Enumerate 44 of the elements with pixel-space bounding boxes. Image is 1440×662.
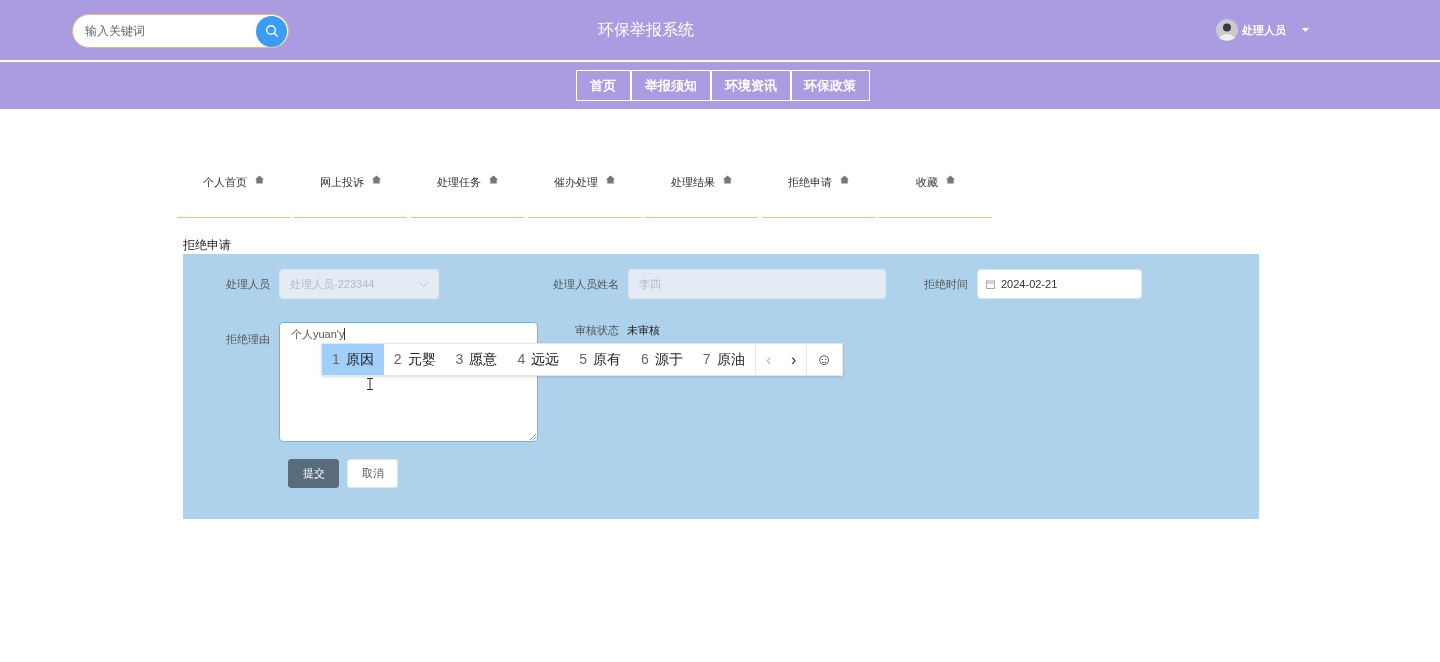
tab[interactable]: 处理任务: [411, 164, 524, 218]
field-label: 审核状态: [575, 324, 619, 337]
home-icon: [489, 175, 498, 184]
calendar-icon: [986, 279, 995, 289]
field-label: 处理人员姓名: [552, 276, 620, 292]
field-label: 拒绝理由: [225, 332, 271, 347]
home-icon: [723, 175, 732, 184]
avatar-icon: [1216, 19, 1238, 41]
search-button[interactable]: [256, 15, 287, 47]
ime-candidate[interactable]: 5 原有: [569, 344, 631, 375]
section-title: 拒绝申请: [183, 237, 232, 254]
search-input[interactable]: 输入关键词: [85, 22, 256, 40]
tab[interactable]: 催办处理: [528, 164, 641, 218]
status-text: 未审核: [627, 324, 660, 337]
tab[interactable]: 收藏: [879, 164, 992, 218]
chevron-down-icon: [419, 281, 428, 287]
home-icon: [372, 175, 381, 184]
home-icon: [255, 175, 264, 184]
cancel-button[interactable]: 取消: [347, 459, 398, 488]
tab[interactable]: 拒绝申请: [762, 164, 875, 218]
ime-candidate[interactable]: 2 元婴: [383, 344, 446, 375]
ime-candidate[interactable]: 3 愿意: [445, 344, 508, 375]
tab[interactable]: 个人首页: [177, 164, 290, 218]
emoji-button[interactable]: ☺: [805, 344, 842, 375]
ime-candidate[interactable]: 7 原油: [692, 344, 755, 375]
caret-icon[interactable]: [1302, 28, 1309, 32]
field-label: 拒绝时间: [923, 276, 969, 292]
tab[interactable]: 处理结果: [645, 164, 758, 218]
date-field[interactable]: 2024-02-21: [977, 269, 1142, 299]
text-cursor-icon: [367, 378, 373, 390]
search-field[interactable]: 输入关键词: [72, 14, 289, 48]
home-icon: [840, 175, 849, 184]
site-title: 环保举报系统: [597, 20, 695, 40]
home-icon: [946, 175, 955, 184]
ime-candidate[interactable]: 4 远远: [507, 344, 570, 375]
ime-candidate[interactable]: 6 源于: [631, 344, 693, 375]
search-icon: [264, 24, 279, 38]
next-page-button[interactable]: ›: [781, 344, 806, 375]
tab[interactable]: 网上投诉: [294, 164, 407, 218]
home-icon: [606, 175, 615, 184]
submit-button[interactable]: 提交: [288, 459, 339, 488]
resize-grip-icon[interactable]: [530, 434, 536, 440]
field-label: 处理人员: [225, 276, 271, 292]
ime-candidate[interactable]: 1 原因: [322, 344, 384, 375]
